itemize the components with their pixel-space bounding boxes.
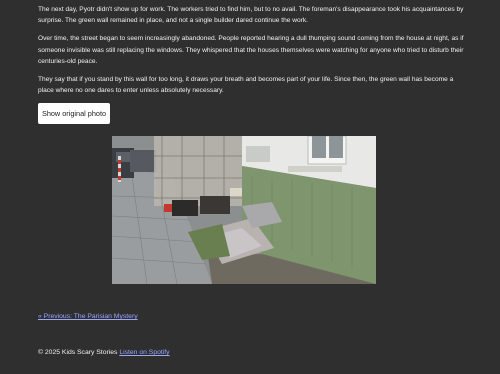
story-illustration-photo [112, 136, 376, 284]
footer-copyright: © 2025 Kids Scary Stories [38, 349, 118, 356]
story-paragraph: Over time, the street began to seem incr… [38, 35, 464, 65]
story-content: The next day, Pyotr didn't show up for w… [38, 4, 468, 103]
street-wall-image [112, 136, 376, 284]
story-paragraph: They say that if you stand by this wall … [38, 76, 454, 95]
show-original-photo-button[interactable]: Show original photo [38, 103, 110, 124]
site-footer: © 2025 Kids Scary Stories Listen on Spot… [38, 349, 170, 356]
previous-story-link[interactable]: « Previous: The Parisian Mystery [38, 313, 138, 320]
story-paragraph: The next day, Pyotr didn't show up for w… [38, 6, 464, 25]
spotify-link[interactable]: Listen on Spotify [119, 349, 169, 356]
